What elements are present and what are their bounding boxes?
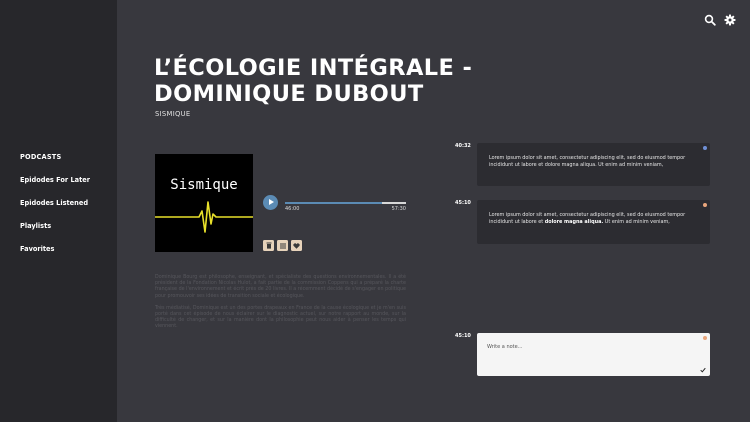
delete-button[interactable] [263, 240, 274, 251]
total-time: 57:30 [391, 206, 406, 212]
note-color-dot [703, 203, 707, 207]
sidebar-item-podcasts[interactable]: PODCASTS [20, 153, 90, 161]
note-text: Lorem ipsum dolor sit amet, consectetur … [489, 155, 686, 168]
note-input[interactable] [477, 333, 710, 376]
sidebar-item-episodes-for-later[interactable]: Epidodes For Later [20, 176, 90, 184]
episode-cover: Sismique [155, 154, 253, 252]
title-line-2: DOMINIQUE DUBOUT [154, 81, 424, 107]
description-paragraph: Très médiatisé, Dominique est un des por… [155, 305, 406, 330]
podcast-name[interactable]: SISMIQUE [155, 110, 191, 118]
progress-track[interactable] [285, 202, 406, 204]
page-title: L’ÉCOLOGIE INTÉGRALE - DOMINIQUE DUBOUT [154, 55, 472, 107]
sidebar-nav: PODCASTS Epidodes For Later Epidodes Lis… [20, 153, 90, 268]
play-button[interactable] [263, 195, 278, 210]
note-color-dot [703, 336, 707, 340]
note-text: Ut enim ad minim veniam, [603, 218, 670, 225]
heart-icon [293, 242, 300, 249]
progress-fill [285, 202, 382, 204]
header-actions [704, 11, 736, 26]
sidebar-item-episodes-listened[interactable]: Epidodes Listened [20, 199, 90, 207]
list-icon [279, 243, 286, 248]
favorite-button[interactable] [291, 240, 302, 251]
note-color-dot [703, 146, 707, 150]
title-line-1: L’ÉCOLOGIE INTÉGRALE - [154, 55, 473, 81]
note-text-bold: dolore magna aliqua. [544, 218, 604, 225]
search-icon[interactable] [704, 11, 716, 26]
audio-player: 46:00 57:30 [263, 195, 407, 215]
editor-timestamp: 45:10 [455, 333, 471, 339]
sidebar-item-playlists[interactable]: Playlists [20, 222, 90, 230]
note-timestamp[interactable]: 40:32 [455, 143, 471, 149]
add-to-playlist-button[interactable] [277, 240, 288, 251]
waveform-icon [155, 201, 253, 233]
trash-icon [266, 242, 271, 249]
check-icon[interactable] [700, 367, 706, 373]
note-editor [477, 333, 710, 376]
gear-icon[interactable] [724, 11, 736, 26]
description-paragraph: Dominique Bourg est philosophe, enseigna… [155, 275, 406, 299]
episode-description: Dominique Bourg est philosophe, enseigna… [155, 275, 406, 337]
note-card[interactable]: Lorem ipsum dolor sit amet, consectetur … [477, 200, 710, 244]
episode-actions [263, 240, 302, 251]
note-card[interactable]: Lorem ipsum dolor sit amet, consectetur … [477, 143, 710, 186]
sidebar-item-favorites[interactable]: Favorites [20, 245, 90, 253]
current-time: 46:00 [285, 206, 300, 212]
note-timestamp[interactable]: 45:10 [455, 200, 471, 206]
sidebar: PODCASTS Epidodes For Later Epidodes Lis… [0, 0, 117, 422]
